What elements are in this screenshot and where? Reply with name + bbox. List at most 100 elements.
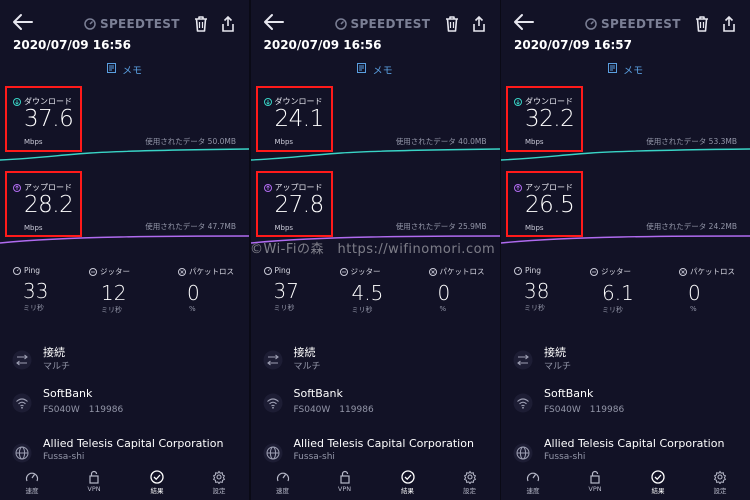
gauge-nav-icon xyxy=(276,472,289,482)
jitter-unit: ミリ秒 xyxy=(101,306,122,314)
jitter-value: 6.1 xyxy=(602,281,634,305)
jitter-stat: ジッター 6.1 ミリ秒 xyxy=(590,266,650,315)
nav-vpn-label: VPN xyxy=(588,485,602,493)
packet-loss-label: パケットロス xyxy=(679,266,749,277)
ping-value: 37 xyxy=(273,279,299,303)
jitter-icon xyxy=(339,267,348,276)
upload-highlight-box xyxy=(255,171,333,237)
speedometer-icon xyxy=(84,18,96,30)
ping-icon xyxy=(13,266,21,275)
gear-icon xyxy=(713,470,727,484)
jitter-label: ジッター xyxy=(339,266,400,277)
nav-speed-label: 速度 xyxy=(25,487,39,495)
jitter-label-text: ジッター xyxy=(100,267,130,276)
wifi-icon xyxy=(263,393,282,413)
connection-title: 接続 xyxy=(293,346,316,359)
provider-row[interactable]: SoftBank FS040W 119986 xyxy=(501,387,750,427)
connection-type: マルチ xyxy=(544,362,572,372)
server-name: Allied Telesis Capital Corporation xyxy=(544,437,725,450)
packet-loss-icon xyxy=(178,267,186,276)
check-circle-icon xyxy=(150,470,164,484)
jitter-label: ジッター xyxy=(590,266,650,277)
nav-speed-label: 速度 xyxy=(276,487,289,495)
provider-row[interactable]: SoftBank FS040W 119986 xyxy=(251,387,500,427)
memo-label: メモ xyxy=(122,66,143,77)
server-name: Allied Telesis Capital Corporation xyxy=(43,437,224,450)
lock-icon xyxy=(339,470,350,484)
packet-loss-icon xyxy=(428,267,437,276)
download-highlight-box xyxy=(255,86,333,152)
server-city: Fussa-shi xyxy=(293,452,335,462)
provider-row[interactable]: SoftBank FS040W 119986 xyxy=(0,387,249,427)
device-name: FS040W 119986 xyxy=(544,405,625,415)
nav-settings-label: 設定 xyxy=(713,487,727,495)
gauge-nav-icon xyxy=(526,472,540,482)
packet-loss-stat: パケットロス 0 % xyxy=(679,266,749,313)
check-circle-icon xyxy=(400,470,415,484)
gauge-nav-icon xyxy=(25,472,39,482)
packet-loss-label-text: パケットロス xyxy=(189,267,234,276)
jitter-label: ジッター xyxy=(89,266,149,277)
trash-icon[interactable] xyxy=(444,15,460,33)
server-city: Fussa-shi xyxy=(544,452,586,462)
back-arrow-icon[interactable] xyxy=(10,12,34,32)
ping-label: Ping xyxy=(514,266,564,275)
connection-row[interactable]: 接続 マルチ xyxy=(0,344,249,384)
nav-results[interactable]: 結果 xyxy=(137,470,177,495)
nav-speed[interactable]: 速度 xyxy=(513,470,553,495)
carrier-name: SoftBank xyxy=(43,387,93,400)
memo-button[interactable]: メモ xyxy=(251,62,500,77)
ping-icon xyxy=(263,266,272,275)
nav-settings[interactable]: 設定 xyxy=(700,470,740,495)
connection-icon xyxy=(263,350,282,370)
nav-vpn-label: VPN xyxy=(87,485,101,493)
nav-vpn[interactable]: VPN xyxy=(575,470,615,493)
connection-row[interactable]: 接続 マルチ xyxy=(251,344,500,384)
nav-results[interactable]: 結果 xyxy=(638,470,678,495)
nav-settings[interactable]: 設定 xyxy=(199,470,239,495)
nav-vpn[interactable]: VPN xyxy=(325,470,365,493)
jitter-unit: ミリ秒 xyxy=(602,306,623,314)
device-name: FS040W 119986 xyxy=(43,405,124,415)
nav-vpn[interactable]: VPN xyxy=(74,470,114,493)
connection-title: 接続 xyxy=(544,346,566,359)
nav-results-label: 結果 xyxy=(401,487,414,495)
packet-loss-unit: % xyxy=(189,305,196,313)
back-arrow-icon[interactable] xyxy=(261,12,285,32)
globe-icon xyxy=(12,443,32,463)
packet-loss-value: 0 xyxy=(187,281,200,305)
packet-loss-stat: パケットロス 0 % xyxy=(428,266,499,313)
nav-speed[interactable]: 速度 xyxy=(12,470,52,495)
connection-row[interactable]: 接続 マルチ xyxy=(501,344,750,384)
upload-highlight-box xyxy=(506,171,583,237)
memo-button[interactable]: メモ xyxy=(501,62,750,77)
back-arrow-icon[interactable] xyxy=(511,12,535,32)
trash-icon[interactable] xyxy=(193,15,209,33)
memo-button[interactable]: メモ xyxy=(0,62,249,77)
nav-speed[interactable]: 速度 xyxy=(263,470,303,495)
test-date: 2020/07/09 16:56 xyxy=(263,38,382,52)
trash-icon[interactable] xyxy=(694,15,710,33)
download-highlight-box xyxy=(5,86,82,152)
bottom-nav: 速度 VPN 結果 設定 xyxy=(0,468,249,500)
memo-label: メモ xyxy=(372,66,393,77)
ping-stat: Ping 33 ミリ秒 xyxy=(13,266,63,313)
jitter-label-text: ジッター xyxy=(350,267,381,276)
nav-results[interactable]: 結果 xyxy=(388,470,428,495)
ping-label: Ping xyxy=(13,266,63,275)
nav-settings-label: 設定 xyxy=(463,487,476,495)
share-icon[interactable] xyxy=(721,15,737,33)
ping-label-text: Ping xyxy=(525,266,541,275)
share-icon[interactable] xyxy=(220,15,236,33)
brand-logo: SPEEDTEST xyxy=(585,16,681,32)
download-highlight-box xyxy=(506,86,583,152)
share-icon[interactable] xyxy=(471,15,487,33)
check-circle-icon xyxy=(651,470,665,484)
packet-loss-icon xyxy=(679,267,687,276)
packet-loss-label: パケットロス xyxy=(178,266,248,277)
speedometer-icon xyxy=(585,18,597,30)
packet-loss-stat: パケットロス 0 % xyxy=(178,266,248,313)
jitter-label-text: ジッター xyxy=(601,267,631,276)
ping-label-text: Ping xyxy=(24,266,40,275)
nav-settings[interactable]: 設定 xyxy=(450,470,490,495)
